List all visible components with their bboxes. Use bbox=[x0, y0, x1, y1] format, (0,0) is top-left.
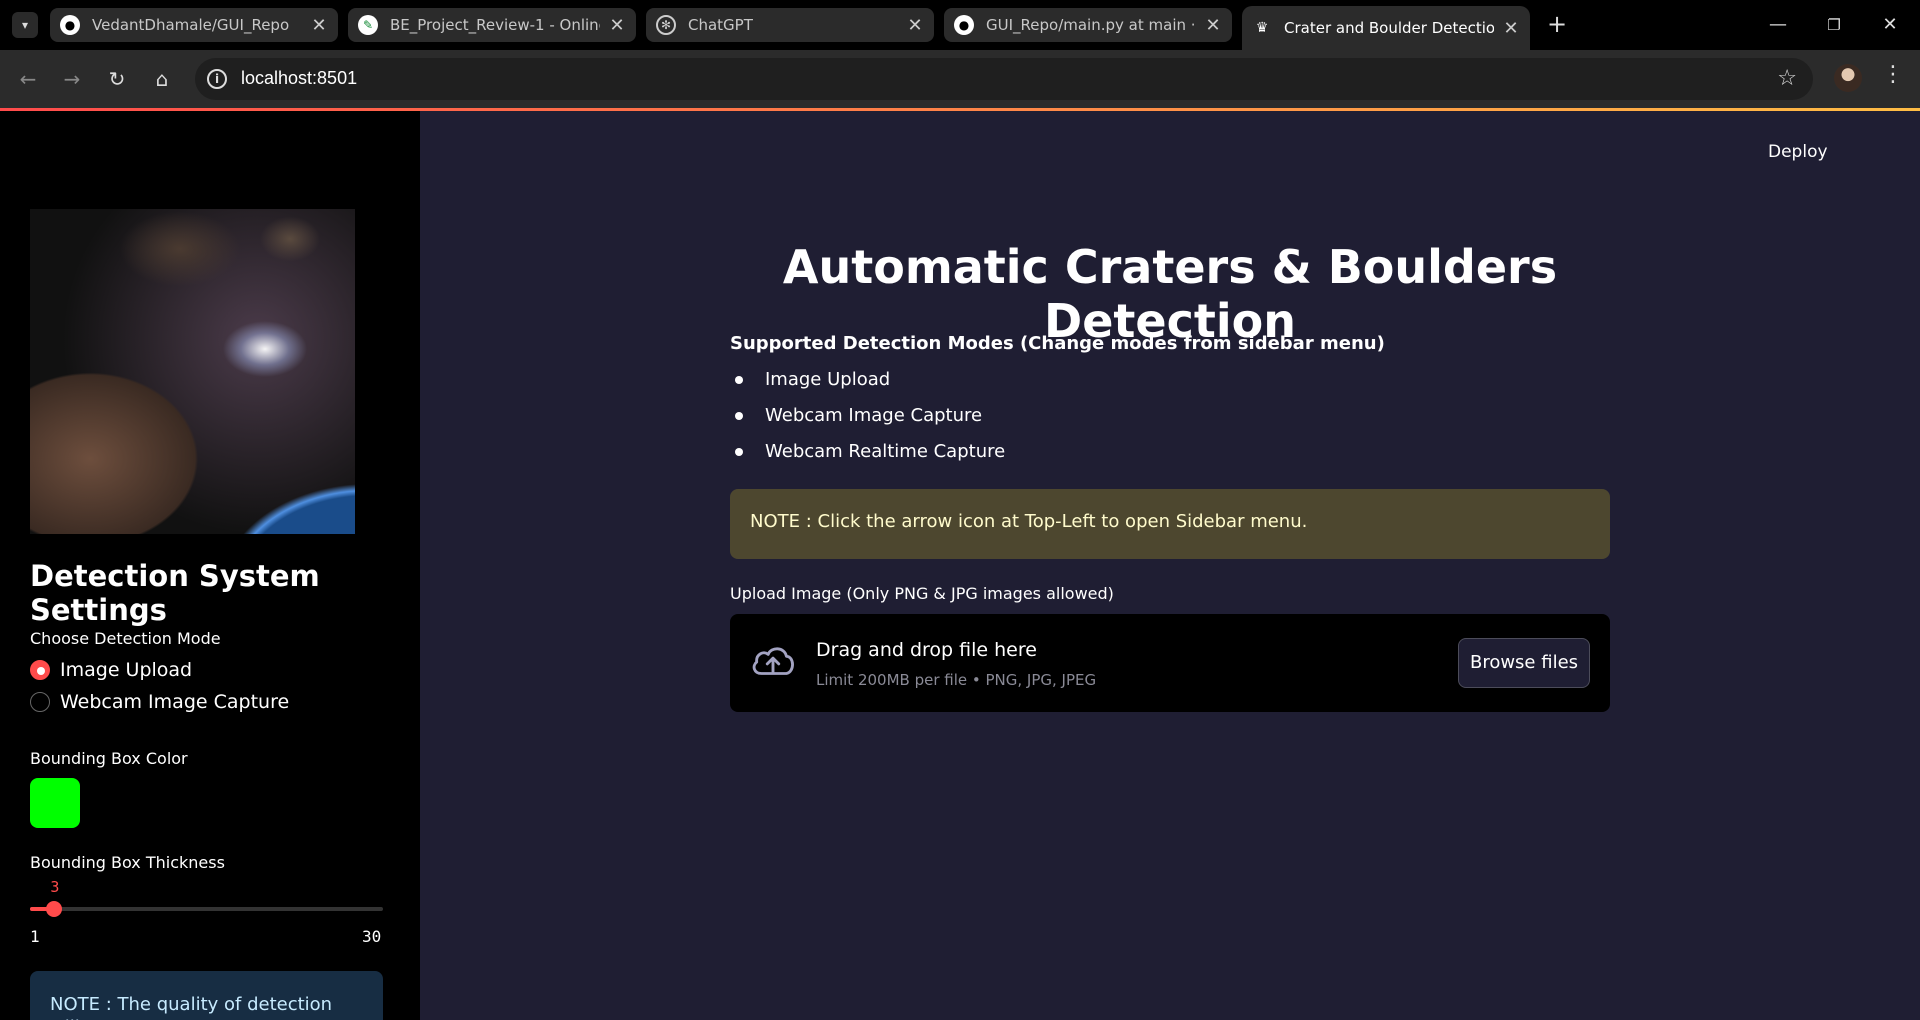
browser-tab[interactable]: ● VedantDhamale/GUI_Repo ✕ bbox=[50, 8, 338, 42]
restore-icon[interactable]: ❐ bbox=[1814, 10, 1854, 40]
bullet-icon bbox=[735, 447, 743, 456]
warning-alert: NOTE : Click the arrow icon at Top-Left … bbox=[730, 489, 1610, 559]
browse-files-button[interactable]: Browse files bbox=[1458, 638, 1590, 688]
close-icon[interactable]: ✕ bbox=[1204, 15, 1222, 36]
dropzone-limit: Limit 200MB per file • PNG, JPG, JPEG bbox=[816, 671, 1097, 689]
list-item-label: Image Upload bbox=[765, 369, 891, 390]
home-icon[interactable]: ⌂ bbox=[146, 63, 178, 95]
close-icon[interactable]: ✕ bbox=[1502, 18, 1520, 39]
radio-selected-icon[interactable] bbox=[30, 660, 50, 680]
cloud-upload-icon bbox=[752, 647, 794, 675]
tab-label: ChatGPT bbox=[688, 16, 753, 34]
radio-label: Image Upload bbox=[60, 659, 193, 681]
browser-tab[interactable]: ✎ BE_Project_Review-1 - Online La ✕ bbox=[348, 8, 636, 42]
sidebar-info-note: NOTE : The quality of detection will bbox=[30, 971, 383, 1020]
bbox-color-label: Bounding Box Color bbox=[30, 749, 188, 768]
new-tab-button[interactable]: + bbox=[1542, 10, 1572, 40]
bullet-icon bbox=[735, 375, 743, 384]
site-info-icon[interactable]: i bbox=[207, 69, 227, 89]
browser-tabbar: ▾ ● VedantDhamale/GUI_Repo ✕ ✎ BE_Projec… bbox=[0, 0, 1920, 50]
detection-mode-label: Choose Detection Mode bbox=[30, 629, 221, 648]
sidebar: Detection System Settings Choose Detecti… bbox=[0, 111, 420, 1020]
bbox-color-picker[interactable] bbox=[30, 778, 80, 828]
bbox-thickness-label: Bounding Box Thickness bbox=[30, 853, 225, 872]
chatgpt-icon: ✻ bbox=[656, 15, 676, 35]
bullet-icon bbox=[735, 411, 743, 420]
browser-menu-icon[interactable]: ⋮ bbox=[1882, 62, 1904, 87]
upload-label: Upload Image (Only PNG & JPG images allo… bbox=[730, 584, 1114, 603]
page-title: Automatic Craters & Boulders Detection bbox=[782, 240, 1558, 348]
slider-min: 1 bbox=[30, 927, 40, 946]
tab-search-dropdown-icon[interactable]: ▾ bbox=[12, 12, 38, 38]
list-item-label: Webcam Image Capture bbox=[765, 405, 983, 426]
browser-tab[interactable]: ● GUI_Repo/main.py at main · Ved ✕ bbox=[944, 8, 1232, 42]
close-icon[interactable]: ✕ bbox=[608, 15, 626, 36]
close-icon[interactable]: ✕ bbox=[310, 15, 328, 36]
thickness-slider[interactable] bbox=[30, 901, 383, 917]
sidebar-title: Detection System Settings bbox=[30, 559, 320, 627]
streamlit-icon: ♛ bbox=[1255, 20, 1269, 36]
deploy-button[interactable]: Deploy bbox=[1768, 142, 1828, 162]
list-item: Webcam Realtime Capture bbox=[730, 441, 1005, 462]
file-dropzone[interactable]: Drag and drop file here Limit 200MB per … bbox=[730, 614, 1610, 712]
list-item: Image Upload bbox=[730, 369, 890, 390]
minimize-icon[interactable]: — bbox=[1758, 10, 1798, 40]
close-window-icon[interactable]: ✕ bbox=[1870, 10, 1910, 40]
tab-label: Crater and Boulder Detection bbox=[1284, 19, 1494, 37]
browser-tab-active[interactable]: ♛ Crater and Boulder Detection ✕ bbox=[1242, 6, 1530, 50]
radio-unselected-icon[interactable] bbox=[30, 692, 50, 712]
address-bar[interactable]: i localhost:8501 ☆ bbox=[195, 58, 1813, 100]
radio-webcam-capture[interactable]: Webcam Image Capture bbox=[30, 691, 289, 713]
modes-heading: Supported Detection Modes (Change modes … bbox=[730, 333, 1385, 354]
radio-label: Webcam Image Capture bbox=[60, 691, 290, 713]
tab-label: VedantDhamale/GUI_Repo bbox=[92, 16, 290, 34]
reload-icon[interactable]: ↻ bbox=[101, 63, 133, 95]
profile-avatar[interactable] bbox=[1834, 64, 1862, 92]
tab-label: BE_Project_Review-1 - Online La bbox=[390, 16, 600, 34]
list-item-label: Webcam Realtime Capture bbox=[765, 441, 1006, 462]
overleaf-icon: ✎ bbox=[358, 15, 378, 35]
slider-max: 30 bbox=[362, 927, 382, 946]
tab-label: GUI_Repo/main.py at main · Ved bbox=[986, 16, 1196, 34]
dropzone-title: Drag and drop file here bbox=[816, 639, 1037, 661]
back-icon[interactable]: ← bbox=[12, 63, 44, 95]
sidebar-space-image bbox=[30, 209, 355, 534]
radio-image-upload[interactable]: Image Upload bbox=[30, 659, 192, 681]
url-text[interactable]: localhost:8501 bbox=[241, 68, 357, 89]
slider-value: 3 bbox=[50, 878, 60, 896]
browser-tab[interactable]: ✻ ChatGPT ✕ bbox=[646, 8, 934, 42]
forward-icon[interactable]: → bbox=[56, 63, 88, 95]
close-icon[interactable]: ✕ bbox=[906, 15, 924, 36]
slider-thumb[interactable] bbox=[46, 901, 63, 917]
github-icon: ● bbox=[954, 15, 974, 35]
github-icon: ● bbox=[60, 15, 80, 35]
bookmark-star-icon[interactable]: ☆ bbox=[1777, 66, 1797, 91]
list-item: Webcam Image Capture bbox=[730, 405, 982, 426]
browser-toolbar: ← → ↻ ⌂ i localhost:8501 ☆ ⋮ bbox=[0, 50, 1920, 108]
